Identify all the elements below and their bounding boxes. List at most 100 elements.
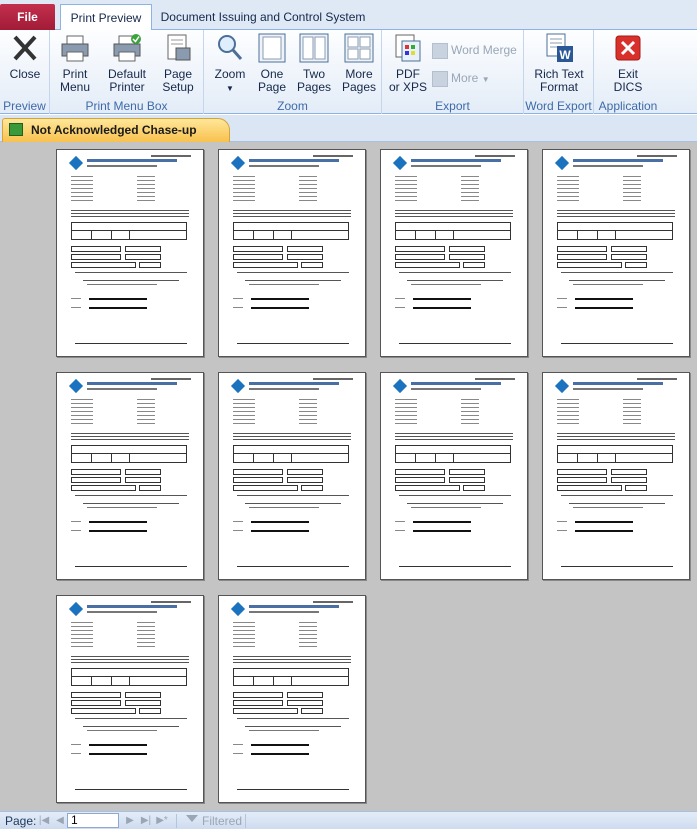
two-pages-button[interactable]: Two Pages bbox=[294, 32, 334, 94]
page-text-line bbox=[245, 280, 341, 281]
first-page-button[interactable]: |◀ bbox=[38, 815, 50, 827]
zoom-button[interactable]: Zoom ▼ bbox=[208, 32, 252, 95]
page-text-line bbox=[461, 192, 479, 193]
page-setup-button[interactable]: Page Setup bbox=[156, 32, 200, 94]
page-text-line bbox=[395, 196, 417, 197]
page-field-box bbox=[395, 469, 445, 475]
page-text-line bbox=[299, 196, 317, 197]
rich-text-format-button[interactable]: W Rich Text Format bbox=[528, 32, 590, 94]
page-heading bbox=[87, 159, 177, 162]
report-icon bbox=[9, 123, 23, 136]
page-reference bbox=[151, 601, 191, 603]
page-number-input[interactable]: 1 bbox=[67, 813, 119, 828]
word-merge-icon bbox=[432, 42, 448, 59]
page-text-line bbox=[299, 642, 317, 643]
page-table-rule bbox=[91, 453, 92, 463]
preview-page-thumbnail[interactable] bbox=[56, 372, 204, 580]
page-text-line bbox=[299, 423, 317, 424]
group-label-word-export: Word Export bbox=[525, 99, 592, 113]
print-menu-button[interactable]: Print Menu bbox=[52, 32, 98, 94]
page-text-line bbox=[233, 419, 255, 420]
last-page-button[interactable]: ▶| bbox=[140, 815, 152, 827]
page-text-line bbox=[623, 411, 641, 412]
page-field-box bbox=[301, 708, 323, 714]
page-text-line bbox=[395, 216, 513, 217]
preview-page-thumbnail[interactable] bbox=[56, 149, 204, 357]
page-heading bbox=[573, 382, 663, 385]
more-export-button[interactable]: More ▼ bbox=[432, 68, 490, 88]
preview-page-thumbnail[interactable] bbox=[218, 595, 366, 803]
page-text-line bbox=[395, 530, 405, 531]
close-button[interactable]: Close bbox=[4, 32, 46, 81]
group-export: PDF or XPS Word Merge More ▼ Export bbox=[382, 30, 524, 114]
word-merge-button[interactable]: Word Merge bbox=[432, 40, 517, 60]
page-text-line bbox=[137, 188, 155, 189]
exit-dics-label: Exit DICS bbox=[613, 67, 643, 94]
page-field-box bbox=[233, 692, 283, 698]
ribbon-tab-strip: File Print Preview Document Issuing and … bbox=[0, 0, 697, 31]
page-signature-line bbox=[575, 521, 633, 523]
page-text-line bbox=[137, 626, 155, 627]
page-text-line bbox=[71, 399, 93, 400]
tab-dics[interactable]: Document Issuing and Control System bbox=[158, 4, 368, 30]
new-record-button[interactable]: ▶* bbox=[156, 815, 168, 827]
page-table-rule bbox=[415, 230, 416, 240]
preview-page-thumbnail[interactable] bbox=[380, 372, 528, 580]
page-text-line bbox=[233, 662, 351, 663]
more-pages-button[interactable]: More Pages bbox=[338, 32, 380, 94]
page-field-box bbox=[611, 469, 647, 475]
preview-page-thumbnail[interactable] bbox=[218, 149, 366, 357]
page-logo-icon bbox=[68, 378, 84, 394]
page-field-box bbox=[139, 262, 161, 268]
page-field-box bbox=[139, 708, 161, 714]
preview-page-thumbnail[interactable] bbox=[542, 372, 690, 580]
page-field-box bbox=[395, 485, 460, 491]
document-tab[interactable]: Not Acknowledged Chase-up Letters bbox=[2, 118, 230, 159]
page-text-line bbox=[395, 403, 417, 404]
page-table-rule bbox=[615, 453, 616, 463]
page-text-line bbox=[233, 622, 255, 623]
page-text-line bbox=[557, 192, 579, 193]
page-field-box bbox=[71, 246, 121, 252]
one-page-button[interactable]: One Page bbox=[254, 32, 290, 94]
page-field-box bbox=[611, 477, 647, 483]
preview-page-thumbnail[interactable] bbox=[380, 149, 528, 357]
file-tab[interactable]: File bbox=[0, 4, 55, 30]
page-text-line bbox=[461, 180, 479, 181]
page-text-line bbox=[395, 433, 513, 434]
page-text-line bbox=[557, 439, 675, 440]
page-logo-icon bbox=[68, 155, 84, 171]
page-text-line bbox=[83, 726, 179, 727]
page-text-line bbox=[395, 184, 417, 185]
page-signature-line bbox=[575, 530, 633, 532]
page-text-line bbox=[299, 638, 317, 639]
page-text-line bbox=[71, 622, 93, 623]
page-text-line bbox=[557, 419, 579, 420]
page-text-line bbox=[395, 200, 417, 201]
page-logo-icon bbox=[68, 601, 84, 617]
page-text-line bbox=[233, 188, 255, 189]
page-text-line bbox=[557, 307, 567, 308]
preview-page-thumbnail[interactable] bbox=[542, 149, 690, 357]
next-page-button[interactable]: ▶ bbox=[124, 815, 136, 827]
more-pages-label: More Pages bbox=[341, 67, 377, 94]
page-text-line bbox=[71, 634, 93, 635]
page-table-rule bbox=[129, 676, 130, 686]
preview-page-thumbnail[interactable] bbox=[56, 595, 204, 803]
print-menu-label: Print Menu bbox=[59, 67, 91, 94]
page-signature-line bbox=[575, 307, 633, 309]
filter-status[interactable]: Filtered bbox=[186, 814, 242, 828]
zoom-label: Zoom bbox=[214, 67, 246, 81]
tab-print-preview[interactable]: Print Preview bbox=[60, 4, 152, 31]
page-text-line bbox=[557, 184, 579, 185]
page-text-line bbox=[233, 411, 255, 412]
page-text-line bbox=[233, 415, 255, 416]
default-printer-button[interactable]: Default Printer bbox=[102, 32, 152, 94]
exit-dics-button[interactable]: Exit DICS bbox=[600, 32, 656, 94]
page-table-rule bbox=[129, 453, 130, 463]
preview-page-thumbnail[interactable] bbox=[218, 372, 366, 580]
previous-page-button[interactable]: ◀ bbox=[54, 815, 66, 827]
print-preview-area[interactable] bbox=[0, 142, 697, 811]
page-field-box bbox=[301, 485, 323, 491]
pdf-xps-button[interactable]: PDF or XPS bbox=[386, 32, 430, 94]
